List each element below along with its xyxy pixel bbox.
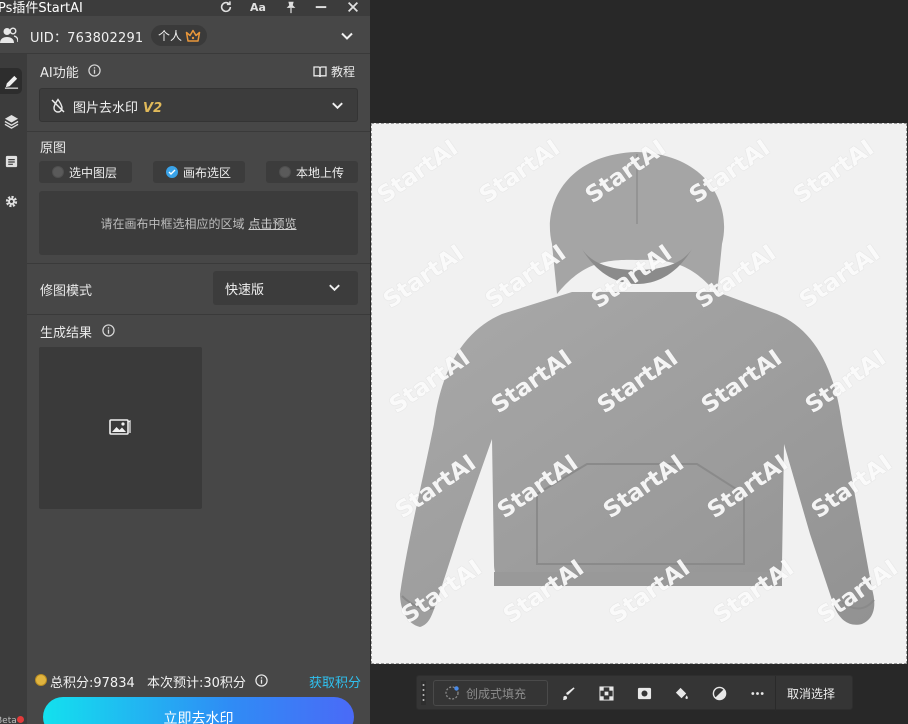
gear-icon [5, 195, 17, 207]
option-selected-layer[interactable]: 选中图层 [39, 161, 132, 183]
chevron-down-icon [332, 102, 343, 110]
bucket-icon[interactable] [672, 684, 690, 702]
mode-select[interactable]: 快速版 [213, 271, 358, 305]
contrast-icon[interactable] [710, 684, 728, 702]
deselect-button[interactable]: 取消选择 [787, 685, 835, 702]
mode-label: 修图模式 [40, 284, 93, 299]
panel-title: Ps插件StartAI [0, 1, 83, 16]
function-label: 图片去水印 [73, 101, 139, 116]
canvas-selection[interactable]: StartAI StartAI StartAI StartAI StartAI Start… [371, 123, 907, 664]
section-divider [27, 263, 370, 264]
option-label: 选中图层 [69, 165, 118, 180]
function-select[interactable]: 图片去水印 V2 [39, 88, 358, 122]
user-bar: UID：763802291 个人 [0, 16, 370, 54]
rail-layers-button[interactable] [0, 108, 22, 134]
estimated-cost: 本次预计:30积分 [147, 676, 246, 691]
watermark-remove-icon [51, 98, 65, 113]
tutorial-link[interactable]: 教程 [313, 63, 355, 80]
drag-handle-icon[interactable] [421, 681, 426, 705]
notification-dot [17, 716, 24, 723]
pencil-icon [4, 75, 18, 89]
source-label: 原图 [40, 141, 67, 156]
toolbar-divider [775, 676, 776, 711]
get-points-link[interactable]: 获取积分 [309, 672, 361, 691]
pin-icon[interactable] [281, 0, 301, 16]
user-group-icon [0, 27, 18, 43]
plan-label: 个人 [158, 29, 183, 43]
crown-icon [185, 29, 201, 42]
rail-edit-button[interactable] [0, 68, 22, 94]
document-icon [5, 155, 17, 167]
plan-badge[interactable]: 个人 [151, 25, 208, 46]
hint-text: 请在画布中框选相应的区域 [100, 216, 245, 231]
ai-function-label: AI功能 [40, 66, 79, 81]
result-preview[interactable] [39, 347, 202, 509]
rail-history-button[interactable] [0, 148, 22, 174]
book-icon [313, 66, 327, 78]
option-label: 画布选区 [183, 165, 232, 180]
panel-footer: 总积分:97834 本次预计:30积分 获取积分 立即去水印 [27, 662, 370, 724]
layers-icon [4, 114, 18, 129]
mask-icon[interactable] [635, 684, 653, 702]
source-hint-box: 请在画布中框选相应的区域 点击预览 [39, 191, 358, 255]
tutorial-label: 教程 [331, 65, 356, 79]
tool-rail: Beta [0, 54, 27, 724]
beta-label: Beta [0, 716, 17, 724]
rail-settings-button[interactable] [0, 188, 22, 214]
info-icon[interactable] [102, 324, 115, 337]
generative-fill-button[interactable]: 创成式填充 [433, 680, 548, 706]
user-id: UID：763802291 [30, 31, 144, 46]
version-tag: V2 [143, 101, 163, 116]
contextual-taskbar: 创成式填充 取消选择 [416, 675, 853, 711]
radio-unchecked-icon [279, 166, 291, 178]
generative-fill-label: 创成式填充 [466, 686, 527, 701]
coin-icon [35, 674, 47, 686]
pixel-icon[interactable] [597, 684, 615, 702]
sparkle-icon [445, 686, 459, 700]
font-size-icon[interactable]: Aa [248, 0, 268, 16]
remove-watermark-button[interactable]: 立即去水印 [43, 697, 354, 724]
section-divider [27, 131, 370, 132]
info-icon[interactable] [88, 64, 101, 77]
brush-icon[interactable] [559, 684, 577, 702]
image-placeholder-icon [109, 419, 131, 435]
section-divider [27, 314, 370, 315]
option-canvas-selection[interactable]: 画布选区 [153, 161, 245, 183]
info-icon[interactable] [255, 674, 268, 687]
title-bar: Ps插件StartAI Aa [0, 0, 370, 16]
more-icon[interactable] [748, 684, 766, 702]
total-points: 总积分:97834 [50, 676, 135, 691]
option-local-upload[interactable]: 本地上传 [266, 161, 358, 183]
plugin-panel: Ps插件StartAI Aa UID：763802291 个人 eta AI功能… [0, 0, 370, 724]
mode-value: 快速版 [225, 283, 265, 298]
option-label: 本地上传 [296, 165, 345, 180]
close-icon[interactable] [343, 0, 363, 16]
chevron-down-icon[interactable] [339, 28, 355, 44]
chevron-down-icon [329, 284, 340, 292]
radio-checked-icon [166, 166, 178, 178]
refresh-icon[interactable] [216, 0, 236, 16]
radio-unchecked-icon [52, 166, 64, 178]
result-label: 生成结果 [40, 326, 93, 341]
preview-link[interactable]: 点击预览 [249, 215, 297, 232]
minimize-icon[interactable] [311, 0, 331, 16]
